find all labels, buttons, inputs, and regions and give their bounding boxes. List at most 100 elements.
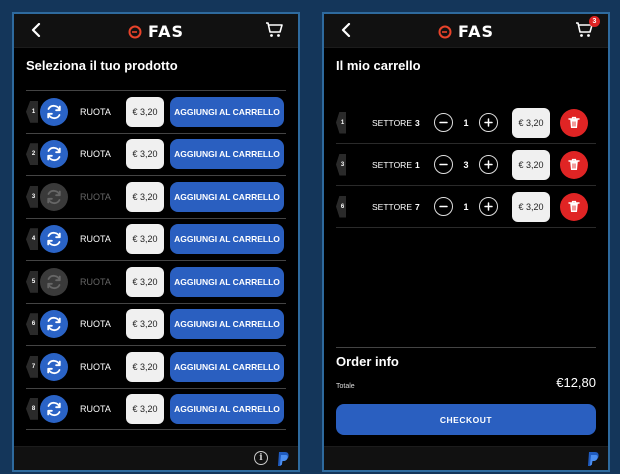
- fas-logo: FAS: [128, 22, 184, 41]
- remove-item-button[interactable]: [560, 150, 588, 179]
- cart-button[interactable]: 3: [574, 16, 600, 42]
- page-title: Seleziona il tuo prodotto: [26, 58, 178, 73]
- product-name: RUOTA: [80, 403, 111, 414]
- product-name: RUOTA: [80, 149, 111, 160]
- product-name: RUOTA: [80, 191, 111, 202]
- refresh-icon: [47, 274, 61, 289]
- plus-icon: [484, 160, 493, 169]
- logo-text: FAS: [148, 22, 184, 41]
- paypal-icon[interactable]: [276, 451, 290, 467]
- slot-number-tab: 5: [26, 270, 38, 293]
- back-button[interactable]: [336, 20, 356, 40]
- refresh-icon: [47, 401, 61, 416]
- trash-icon: [568, 116, 580, 128]
- add-to-cart-button[interactable]: AGGIUNGI AL CARRELLO: [170, 224, 284, 255]
- product-price: € 3,20: [126, 266, 164, 297]
- add-to-cart-button[interactable]: AGGIUNGI AL CARRELLO: [170, 96, 284, 127]
- product-rotate-icon: [40, 352, 68, 381]
- refresh-icon: [47, 232, 61, 247]
- slot-number-tab: 2: [26, 143, 38, 166]
- product-name: RUOTA: [80, 106, 111, 117]
- paypal-icon[interactable]: [586, 451, 600, 467]
- slot-number-tab: 1: [336, 111, 346, 134]
- sector-label-text: SETTORE: [372, 159, 412, 170]
- product-row: 5 RUOTA € 3,20 AGGIUNGI AL CARRELLO: [26, 260, 286, 303]
- cart-screen: FAS 3 Il mio carrello 1 SETTORE 3 1 € 3,20 3 S…: [322, 12, 610, 472]
- remove-item-button[interactable]: [560, 192, 588, 221]
- product-rotate-icon: [40, 394, 68, 423]
- add-to-cart-button[interactable]: AGGIUNGI AL CARRELLO: [170, 351, 284, 382]
- logo-text: FAS: [458, 22, 494, 41]
- refresh-icon: [47, 147, 61, 162]
- product-price: € 3,20: [126, 309, 164, 340]
- plus-icon: [484, 118, 493, 127]
- slot-number-tab: 6: [336, 195, 346, 218]
- add-to-cart-button[interactable]: AGGIUNGI AL CARRELLO: [170, 181, 284, 212]
- checkout-button[interactable]: CHECKOUT: [336, 404, 596, 435]
- plus-icon: [484, 202, 493, 211]
- product-name: RUOTA: [80, 234, 111, 245]
- product-selection-screen: FAS Seleziona il tuo prodotto 1 RUOTA € 3,…: [12, 12, 300, 472]
- fas-logo: FAS: [438, 22, 494, 41]
- quantity-value: 1: [463, 201, 469, 212]
- slot-number-tab: 4: [26, 228, 38, 251]
- item-price: € 3,20: [512, 107, 550, 138]
- cart-item-list: 1 SETTORE 3 1 € 3,20 3 SETTORE 1 3 € 3,20 6 SETTORE…: [336, 102, 596, 228]
- total-value: €12,80: [556, 375, 596, 390]
- slot-number-tab: 8: [26, 397, 38, 420]
- total-label: Totale: [336, 383, 355, 390]
- remove-item-button[interactable]: [560, 108, 588, 137]
- slot-number-tab: 7: [26, 355, 38, 378]
- order-info-section: Order info Totale €12,80: [336, 347, 596, 390]
- decrement-button[interactable]: [434, 155, 453, 174]
- product-price: € 3,20: [126, 393, 164, 424]
- add-to-cart-button[interactable]: AGGIUNGI AL CARRELLO: [170, 266, 284, 297]
- increment-button[interactable]: [479, 155, 498, 174]
- add-to-cart-button[interactable]: AGGIUNGI AL CARRELLO: [170, 393, 284, 424]
- cart-item-row: 6 SETTORE 7 1 € 3,20: [336, 186, 596, 228]
- page-title: Il mio carrello: [336, 58, 421, 73]
- decrement-button[interactable]: [434, 197, 453, 216]
- totals-row: Totale €12,80: [336, 375, 596, 390]
- sector-number: 7: [415, 201, 420, 212]
- product-price: € 3,20: [126, 139, 164, 170]
- increment-button[interactable]: [479, 197, 498, 216]
- product-row: 6 RUOTA € 3,20 AGGIUNGI AL CARRELLO: [26, 302, 286, 346]
- logo-mark-icon: [438, 25, 452, 38]
- order-info-title: Order info: [336, 354, 399, 369]
- sector-number: 3: [415, 117, 420, 128]
- add-to-cart-button[interactable]: AGGIUNGI AL CARRELLO: [170, 139, 284, 170]
- add-to-cart-button[interactable]: AGGIUNGI AL CARRELLO: [170, 309, 284, 340]
- trash-icon: [568, 200, 580, 212]
- bottom-bar: i: [14, 446, 298, 470]
- product-rotate-icon: [40, 267, 68, 296]
- product-rotate-icon: [40, 182, 68, 211]
- product-price: € 3,20: [126, 181, 164, 212]
- product-row: 2 RUOTA € 3,20 AGGIUNGI AL CARRELLO: [26, 132, 286, 176]
- slot-number-tab: 3: [336, 153, 346, 176]
- increment-button[interactable]: [479, 113, 498, 132]
- refresh-icon: [47, 359, 61, 374]
- slot-number-tab: 1: [26, 100, 38, 123]
- cart-item-row: 1 SETTORE 3 1 € 3,20: [336, 102, 596, 144]
- product-row: 4 RUOTA € 3,20 AGGIUNGI AL CARRELLO: [26, 217, 286, 261]
- sector-label-text: SETTORE: [372, 117, 412, 128]
- minus-icon: [439, 163, 448, 166]
- sector-label-text: SETTORE: [372, 201, 412, 212]
- product-name: RUOTA: [80, 319, 111, 330]
- product-rotate-icon: [40, 140, 68, 169]
- bottom-bar: [324, 446, 608, 470]
- info-icon[interactable]: i: [254, 451, 268, 465]
- chevron-left-icon: [341, 23, 351, 37]
- item-price: € 3,20: [512, 191, 550, 222]
- quantity-value: 3: [463, 159, 469, 170]
- slot-number-tab: 3: [26, 185, 38, 208]
- minus-icon: [439, 205, 448, 208]
- product-row: 3 RUOTA € 3,20 AGGIUNGI AL CARRELLO: [26, 175, 286, 218]
- back-button[interactable]: [26, 20, 46, 40]
- chevron-left-icon: [31, 23, 41, 37]
- cart-button[interactable]: [264, 20, 286, 42]
- logo-mark-icon: [128, 25, 142, 38]
- product-price: € 3,20: [126, 96, 164, 127]
- decrement-button[interactable]: [434, 113, 453, 132]
